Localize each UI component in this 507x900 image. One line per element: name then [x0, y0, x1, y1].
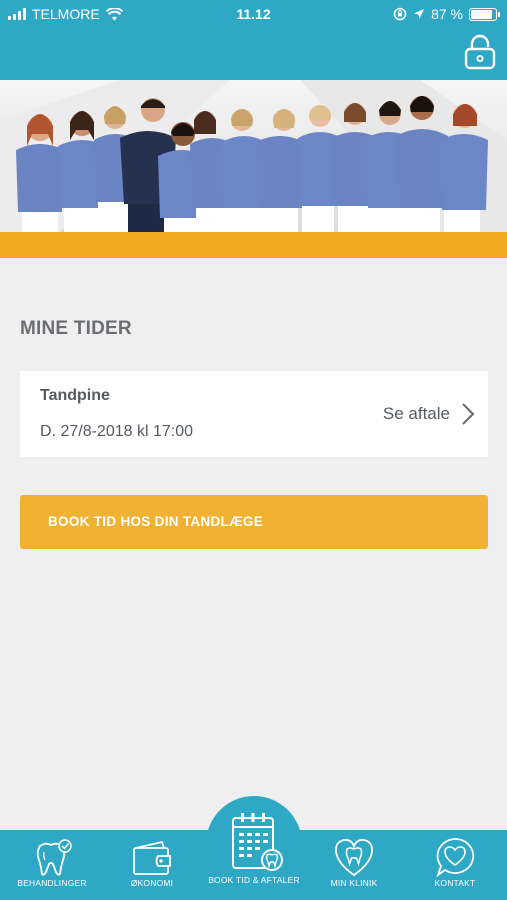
- tab-behandlinger[interactable]: BEHANDLINGER: [2, 830, 102, 900]
- see-appointment-link[interactable]: Se aftale: [383, 404, 450, 424]
- heart-tooth-icon: [335, 838, 373, 877]
- appointment-date: D. 27/8-2018 kl 17:00: [40, 423, 193, 440]
- calendar-tooth-icon: [232, 813, 283, 871]
- status-bar: TELMORE 11.12 87 %: [0, 0, 507, 28]
- team-photo-illustration: [0, 80, 507, 232]
- chat-heart-icon: [436, 838, 475, 878]
- tab-label: KONTAKT: [434, 878, 476, 888]
- book-appointment-label: BOOK TID HOS DIN TANDLÆGE: [48, 514, 263, 529]
- location-arrow-icon: [414, 9, 425, 19]
- status-right: 87 %: [393, 6, 500, 22]
- tab-label: BEHANDLINGER: [17, 878, 87, 888]
- tab-label: MIN KLINIK: [330, 878, 378, 888]
- book-appointment-button[interactable]: BOOK TID HOS DIN TANDLÆGE: [20, 495, 488, 549]
- battery-fill: [471, 9, 492, 19]
- chevron-right-icon: [462, 403, 475, 425]
- app-header: [0, 28, 507, 80]
- battery-icon: [469, 7, 500, 21]
- tab-book-tid-aftaler[interactable]: BOOK TID & AFTALER: [206, 804, 302, 900]
- screen-lock-rotation-icon: [393, 7, 407, 21]
- hero-accent-band: [0, 232, 507, 258]
- tab-label: BOOK TID & AFTALER: [208, 875, 300, 885]
- tab-okonomi[interactable]: ØKONOMI: [102, 830, 202, 900]
- battery-percentage: 87 %: [431, 6, 463, 22]
- team-members: [16, 96, 488, 232]
- appointment-card[interactable]: Tandpine D. 27/8-2018 kl 17:00 Se aftale: [20, 371, 488, 457]
- section-title-mine-tider: MINE TIDER: [20, 318, 132, 339]
- tab-kontakt[interactable]: KONTAKT: [405, 830, 505, 900]
- team-photo: [0, 80, 507, 232]
- appointment-title: Tandpine: [40, 387, 110, 404]
- wallet-icon: [133, 840, 171, 875]
- tab-label: ØKONOMI: [130, 878, 174, 888]
- padlock-icon[interactable]: [463, 34, 497, 70]
- tooth-check-icon: [36, 839, 72, 876]
- tab-min-klinik[interactable]: MIN KLINIK: [304, 830, 404, 900]
